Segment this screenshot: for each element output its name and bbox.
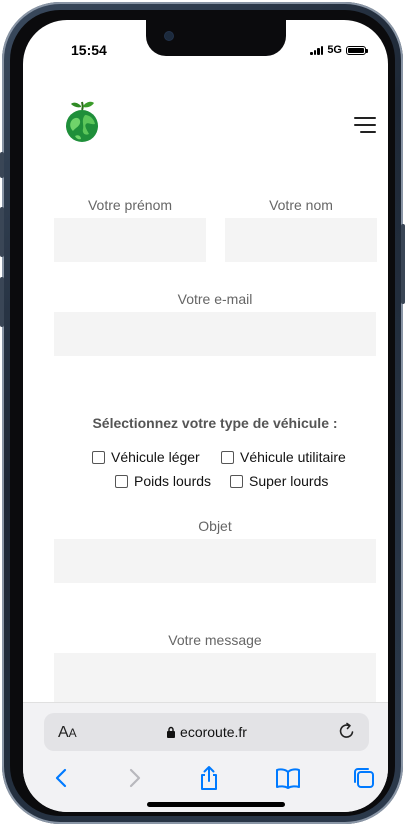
email-input[interactable] xyxy=(54,312,376,356)
tabs-icon[interactable] xyxy=(351,765,377,791)
message-label: Votre message xyxy=(168,632,262,648)
notch xyxy=(146,20,286,56)
phone-frame: 15:54 5G Votre prénom Votre nom Votre e-… xyxy=(0,2,405,824)
checkbox-poids-lourds[interactable]: Poids lourds xyxy=(115,473,211,489)
checkbox-box[interactable] xyxy=(92,450,105,464)
share-icon[interactable] xyxy=(196,765,222,791)
checkbox-box[interactable] xyxy=(230,474,243,488)
checkbox-label: Véhicule utilitaire xyxy=(240,449,346,465)
last-name-label: Votre nom xyxy=(269,197,333,213)
checkbox-label: Véhicule léger xyxy=(111,449,200,465)
first-name-input[interactable] xyxy=(54,218,206,262)
hamburger-menu-icon[interactable] xyxy=(354,117,376,133)
email-label: Votre e-mail xyxy=(177,291,253,307)
screen: 15:54 5G Votre prénom Votre nom Votre e-… xyxy=(23,20,388,812)
checkbox-vehicule-leger[interactable]: Véhicule léger xyxy=(92,449,200,465)
checkbox-vehicule-utilitaire[interactable]: Véhicule utilitaire xyxy=(221,449,346,465)
safari-toolbar xyxy=(23,759,388,799)
globe-apple-logo-icon[interactable] xyxy=(63,98,101,142)
first-name-label: Votre prénom xyxy=(87,197,173,213)
bookmarks-icon[interactable] xyxy=(275,765,301,791)
battery-icon xyxy=(346,45,368,55)
reload-icon[interactable] xyxy=(337,721,357,741)
subject-label: Objet xyxy=(198,518,232,534)
home-indicator xyxy=(147,802,285,807)
checkbox-super-lourds[interactable]: Super lourds xyxy=(230,473,328,489)
status-indicators: 5G xyxy=(310,44,368,56)
subject-input[interactable] xyxy=(54,539,376,583)
checkbox-box[interactable] xyxy=(115,474,128,488)
forward-icon[interactable] xyxy=(121,765,147,791)
action-button xyxy=(0,152,4,178)
vehicle-type-title: Sélectionnez votre type de véhicule : xyxy=(92,415,338,431)
power-button xyxy=(401,224,405,304)
network-label: 5G xyxy=(327,44,342,56)
url-display[interactable]: ecoroute.fr xyxy=(44,724,369,740)
status-time: 15:54 xyxy=(71,42,107,58)
checkbox-label: Poids lourds xyxy=(134,473,212,489)
checkbox-label: Super lourds xyxy=(249,473,329,489)
address-bar[interactable]: AA ecoroute.fr xyxy=(44,713,369,751)
camera-icon xyxy=(164,31,174,41)
last-name-input[interactable] xyxy=(225,218,377,262)
url-text: ecoroute.fr xyxy=(180,724,247,740)
volume-up-button xyxy=(0,207,4,257)
checkbox-box[interactable] xyxy=(221,450,234,464)
lock-icon xyxy=(167,726,176,738)
safari-bottom-bar: AA ecoroute.fr xyxy=(23,702,388,812)
signal-icon xyxy=(310,45,324,55)
phone-bezel: 15:54 5G Votre prénom Votre nom Votre e-… xyxy=(10,10,395,816)
back-icon[interactable] xyxy=(49,765,75,791)
volume-down-button xyxy=(0,277,4,327)
